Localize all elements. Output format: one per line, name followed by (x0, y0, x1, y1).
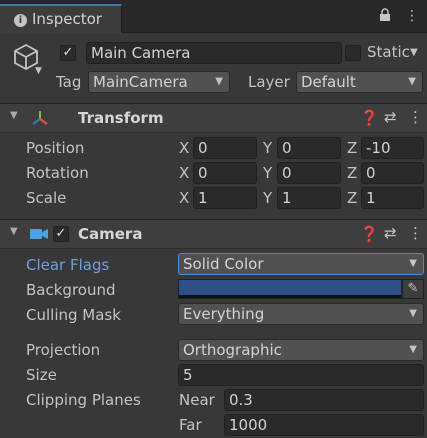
help-icon[interactable]: ❓ (360, 225, 379, 243)
clipping-planes-label: Clipping Planes (26, 391, 141, 409)
position-y-axis[interactable]: Y (263, 139, 272, 157)
foldout-arrow-icon[interactable]: ▼ (10, 110, 18, 121)
rotation-y-axis[interactable]: Y (263, 164, 272, 182)
scale-x-field[interactable]: 1 (193, 187, 257, 209)
position-x-field[interactable]: 0 (193, 137, 257, 159)
tag-dropdown[interactable]: MainCamera ▼ (88, 71, 230, 93)
icon-dropdown-arrow[interactable]: ▼ (35, 66, 42, 76)
position-y-field[interactable]: 0 (277, 137, 341, 159)
camera-header[interactable]: ▼ ✓ Camera ❓ ⇄ ⋮ (0, 219, 427, 249)
rotation-x-axis[interactable]: X (179, 164, 189, 182)
lock-icon[interactable] (379, 8, 391, 26)
position-x-axis[interactable]: X (179, 139, 189, 157)
tab-inspector[interactable]: i Inspector (0, 4, 122, 33)
transform-title: Transform (78, 109, 164, 127)
chevron-down-icon: ▼ (409, 258, 417, 269)
chevron-down-icon: ▼ (408, 76, 416, 87)
position-z-field[interactable]: -10 (361, 137, 424, 159)
menu-icon[interactable]: ⋮ (405, 8, 419, 26)
info-icon: i (14, 14, 27, 27)
transform-icon (30, 108, 50, 132)
clear-flags-dropdown[interactable]: Solid Color ▼ (178, 253, 424, 275)
tab-label: Inspector (32, 10, 102, 28)
culling-mask-dropdown[interactable]: Everything ▼ (178, 303, 424, 325)
rotation-z-axis[interactable]: Z (347, 164, 357, 182)
camera-enabled-checkbox[interactable]: ✓ (53, 226, 69, 242)
foldout-arrow-icon[interactable]: ▼ (10, 226, 18, 237)
layer-value: Default (301, 73, 356, 91)
far-label[interactable]: Far (179, 416, 202, 434)
projection-value: Orthographic (183, 341, 282, 359)
active-checkbox[interactable]: ✓ (60, 45, 76, 61)
rotation-label: Rotation (26, 164, 89, 182)
preset-icon[interactable]: ⇄ (384, 108, 397, 126)
chevron-down-icon: ▼ (215, 76, 223, 87)
scale-z-field[interactable]: 1 (361, 187, 424, 209)
help-icon[interactable]: ❓ (360, 109, 379, 127)
scale-y-axis[interactable]: Y (263, 189, 272, 207)
size-label: Size (26, 366, 57, 384)
rotation-z-field[interactable]: 0 (361, 162, 424, 184)
clear-flags-value: Solid Color (183, 255, 264, 273)
static-dropdown-arrow[interactable]: ▼ (410, 47, 418, 58)
culling-mask-value: Everything (183, 305, 265, 323)
scale-label: Scale (26, 189, 67, 207)
component-menu-icon[interactable]: ⋮ (408, 224, 423, 242)
layer-label: Layer (248, 73, 290, 91)
component-menu-icon[interactable]: ⋮ (408, 108, 423, 126)
camera-title: Camera (78, 225, 143, 243)
size-field[interactable]: 5 (178, 364, 424, 386)
rotation-x-field[interactable]: 0 (193, 162, 257, 184)
position-label: Position (26, 139, 85, 157)
near-field[interactable]: 0.3 (224, 389, 424, 411)
eyedropper-icon[interactable]: ✎ (402, 279, 424, 299)
clear-flags-label: Clear Flags (26, 256, 110, 274)
near-label[interactable]: Near (179, 391, 215, 409)
culling-mask-label: Culling Mask (26, 306, 121, 324)
projection-label: Projection (26, 341, 101, 359)
tab-bar: i Inspector ⋮ (0, 0, 427, 33)
scale-z-axis[interactable]: Z (347, 189, 357, 207)
rotation-y-field[interactable]: 0 (277, 162, 341, 184)
layer-dropdown[interactable]: Default ▼ (296, 71, 423, 93)
background-label: Background (26, 281, 116, 299)
position-z-axis[interactable]: Z (347, 139, 357, 157)
static-checkbox[interactable] (345, 45, 361, 61)
background-color-swatch[interactable] (178, 279, 402, 299)
static-label: Static (367, 43, 410, 61)
scale-x-axis[interactable]: X (179, 189, 189, 207)
scale-y-field[interactable]: 1 (277, 187, 341, 209)
projection-dropdown[interactable]: Orthographic ▼ (178, 339, 424, 361)
transform-header[interactable]: ▼ Transform ❓ ⇄ ⋮ (0, 103, 427, 133)
preset-icon[interactable]: ⇄ (384, 224, 397, 242)
chevron-down-icon: ▼ (409, 308, 417, 319)
tag-label: Tag (56, 73, 82, 91)
chevron-down-icon: ▼ (409, 344, 417, 355)
camera-icon (29, 227, 49, 245)
far-field[interactable]: 1000 (224, 414, 424, 436)
name-field[interactable]: Main Camera (86, 42, 342, 64)
tag-value: MainCamera (93, 73, 188, 91)
tab-controls: ⋮ (379, 8, 419, 26)
